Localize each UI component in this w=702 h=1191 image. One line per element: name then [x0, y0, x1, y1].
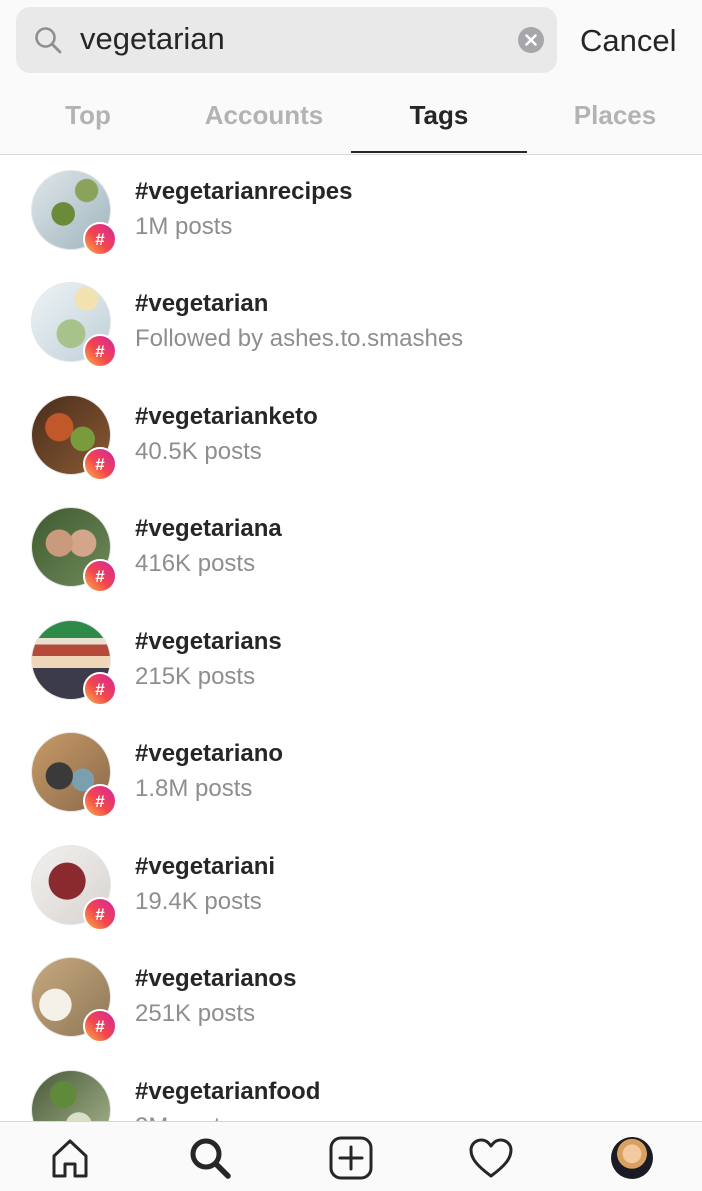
tag-subtitle: 215K posts: [135, 663, 256, 690]
list-item[interactable]: # #vegetariani 19.4K posts: [0, 830, 702, 942]
tag-subtitle: 1M posts: [135, 213, 233, 240]
search-header: vegetarian Cancel Top Accounts Tags Plac…: [0, 0, 702, 155]
tag-subtitle: 40.5K posts: [135, 438, 262, 465]
hashtag-badge-icon: #: [83, 334, 117, 368]
tag-name: #vegetarianrecipes: [135, 178, 353, 205]
tag-name: #vegetariana: [135, 515, 282, 542]
profile-avatar: [611, 1137, 653, 1179]
hashtag-badge-icon: #: [83, 559, 117, 593]
hashtag-badge-icon: #: [83, 1009, 117, 1043]
list-item[interactable]: # #vegetarianketo 40.5K posts: [0, 380, 702, 492]
tag-name: #vegetarian: [135, 290, 269, 317]
list-item[interactable]: # #vegetariano 1.8M posts: [0, 717, 702, 829]
activity-button[interactable]: [467, 1134, 515, 1182]
hashtag-badge-icon: #: [83, 897, 117, 931]
add-post-icon: [329, 1136, 373, 1180]
search-input[interactable]: vegetarian: [16, 7, 557, 73]
search-icon: [35, 27, 62, 54]
search-query[interactable]: vegetarian: [80, 20, 225, 58]
active-tab-indicator: [351, 151, 527, 153]
tag-name: #vegetariani: [135, 853, 276, 880]
search-tabs: Top Accounts Tags Places: [0, 90, 702, 154]
clear-search-button[interactable]: [518, 27, 544, 53]
bottom-tab-bar: [0, 1121, 702, 1191]
hashtag-badge-icon: #: [83, 222, 117, 256]
new-post-button[interactable]: [327, 1134, 375, 1182]
search-tab-button[interactable]: [186, 1134, 234, 1182]
hashtag-badge-icon: #: [83, 672, 117, 706]
tab-accounts[interactable]: Accounts: [176, 98, 352, 132]
tag-subtitle: 251K posts: [135, 1000, 256, 1027]
tag-subtitle: 416K posts: [135, 550, 256, 577]
list-item[interactable]: # #vegetariana 416K posts: [0, 492, 702, 604]
home-icon: [52, 1139, 88, 1178]
list-item[interactable]: # #vegetarianrecipes 1M posts: [0, 155, 702, 267]
close-icon: [525, 34, 537, 46]
hashtag-badge-icon: #: [83, 784, 117, 818]
tab-tags[interactable]: Tags: [351, 98, 527, 132]
tag-results-list: # #vegetarianrecipes 1M posts # #vegetar…: [0, 155, 702, 1121]
profile-button[interactable]: [608, 1134, 656, 1182]
home-button[interactable]: [46, 1134, 94, 1182]
tag-name: #vegetariano: [135, 740, 284, 767]
list-item[interactable]: # #vegetarianos 251K posts: [0, 942, 702, 1054]
tag-subtitle: Followed by ashes.to.smashes: [135, 325, 464, 352]
tag-name: #vegetarians: [135, 628, 282, 655]
tag-subtitle: 1.8M posts: [135, 775, 253, 802]
list-item[interactable]: # #vegetarianfood 2M posts: [0, 1055, 702, 1121]
hashtag-badge-icon: #: [83, 447, 117, 481]
tag-thumbnail: [31, 1070, 111, 1121]
tag-name: #vegetarianos: [135, 965, 297, 992]
list-item[interactable]: # #vegetarians 215K posts: [0, 605, 702, 717]
cancel-button[interactable]: Cancel: [580, 22, 677, 60]
tag-name: #vegetarianketo: [135, 403, 318, 430]
search-icon: [190, 1138, 231, 1179]
tag-subtitle: 2M posts: [135, 1112, 232, 1121]
tab-places[interactable]: Places: [527, 98, 702, 132]
tag-subtitle: 19.4K posts: [135, 888, 262, 915]
tab-top[interactable]: Top: [0, 98, 176, 132]
tag-name: #vegetarianfood: [135, 1078, 321, 1105]
heart-icon: [469, 1138, 513, 1178]
list-item[interactable]: # #vegetarian Followed by ashes.to.smash…: [0, 267, 702, 379]
